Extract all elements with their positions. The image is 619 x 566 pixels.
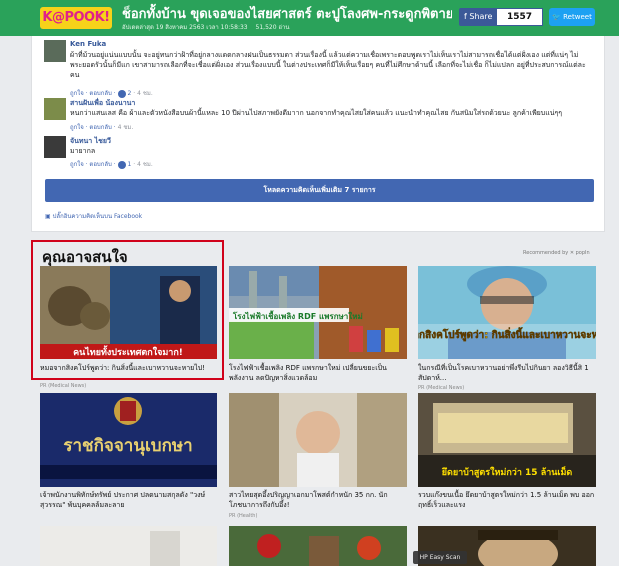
like-count: 2 bbox=[127, 90, 132, 97]
comment-actions: ถูกใจ · ตอบกลับ · 2 · 4 ชม. bbox=[70, 88, 153, 98]
comment-text: ผ้าที่ม้วนอยู่แน่นแบบนั้น จะอยู่ทนกว่าฝ้… bbox=[70, 51, 586, 79]
thumb-caption: หมอจากสิงคโปร์พูดว่า: กินสิ่งนี้และเบาหว… bbox=[418, 327, 596, 342]
comment-time[interactable]: · 4 ชม. bbox=[133, 161, 152, 168]
card-thumbnail[interactable]: โรงไฟฟ้าเชื้อเพลิง RDF แพรกษาใหม่ bbox=[229, 266, 407, 359]
load-more-comments-button[interactable]: โหลดความคิดเห็นเพิ่มเติม 7 รายการ bbox=[45, 179, 594, 202]
update-time: อัปเดตล่าสุด 19 สิงหาคม 2563 เวลา 10:58:… bbox=[122, 24, 248, 31]
facebook-comments: Ken Fuka ผ้าที่ม้วนอยู่แน่นแบบนั้น จะอยู… bbox=[31, 36, 605, 232]
avatar[interactable] bbox=[44, 98, 66, 120]
avatar[interactable] bbox=[44, 40, 66, 62]
comment-text: มายากล bbox=[70, 147, 96, 155]
retweet-label: Retweet bbox=[563, 13, 592, 21]
card-title[interactable]: สาวไทยสุดอึ้งปริญญาเอกมาโพสต์กำหนัก 35 ก… bbox=[229, 490, 407, 510]
facebook-icon: f bbox=[464, 12, 467, 21]
share-count: 1557 bbox=[496, 8, 543, 26]
card-thumbnail[interactable]: หมอจากสิงคโปร์พูดว่า: กินสิ่งนี้และเบาหว… bbox=[418, 266, 596, 359]
comment-text: หนกว่าแสนเลส คือ ผ้าและตัวหนังสือบนผ้านี… bbox=[70, 109, 563, 117]
comment-time[interactable]: · 4 ชม. bbox=[133, 90, 152, 97]
card-source: PR (Medical News) bbox=[418, 385, 465, 391]
avatar[interactable] bbox=[44, 136, 66, 158]
card-thumbnail[interactable] bbox=[229, 526, 407, 566]
card-thumbnail[interactable] bbox=[40, 526, 217, 566]
card-title[interactable]: เจ้าพนักงานพิทักษ์ทรัพย์ ประกาศ ปลดนามสก… bbox=[40, 490, 217, 510]
thumb-caption: ราชกิจจานุเบกษา bbox=[63, 436, 192, 456]
comment-actions: ถูกใจ · ตอบกลับ · 4 ชม. bbox=[70, 122, 133, 132]
site-header: K@POOK! ช็อกทั้งบ้าน ขุดเจอของไสยศาสตร์ … bbox=[0, 0, 619, 36]
retweet-button[interactable]: 🐦 Retweet bbox=[549, 8, 595, 26]
facebook-icon: ▣ bbox=[45, 213, 51, 220]
kapook-logo[interactable]: K@POOK! bbox=[40, 7, 112, 29]
twitter-icon: 🐦 bbox=[552, 13, 561, 21]
card-title[interactable]: ในกรณีที่เป็นโรคเบาหวานอย่าพึ่งรีบไปกินย… bbox=[418, 363, 596, 383]
card-title[interactable]: รวบแก๊งขนเนื้อ ยึดยาบ้าสูตรใหม่กว่า 1.5 … bbox=[418, 490, 596, 510]
card-thumbnail[interactable]: ยึดยาบ้าสูตรใหม่กว่า 15 ล้านเม็ด bbox=[418, 393, 596, 487]
like-reply-links[interactable]: ถูกใจ · ตอบกลับ · bbox=[70, 124, 116, 131]
recommended-by-label[interactable]: Recommended by ✕ popIn bbox=[523, 250, 590, 256]
like-icon bbox=[117, 89, 126, 98]
hp-easy-scan-button[interactable]: HP Easy Scan bbox=[413, 551, 467, 564]
card-thumbnail[interactable] bbox=[229, 393, 407, 487]
card-title[interactable]: โรงไฟฟ้าเชื้อเพลิง RDF แพรกษาใหม่ เปลี่ย… bbox=[229, 363, 407, 383]
read-count: 51,520 อ่าน bbox=[255, 24, 290, 31]
comment-author[interactable]: Ken Fuka bbox=[70, 40, 106, 48]
facebook-share-button[interactable]: f Share bbox=[459, 8, 496, 26]
like-count: 1 bbox=[127, 161, 132, 168]
comment-actions: ถูกใจ · ตอบกลับ · 1 · 4 ชม. bbox=[70, 159, 153, 169]
facebook-plugin-link[interactable]: ▣ ปลั๊กอินความคิดเห็นบน Facebook bbox=[45, 211, 142, 221]
thumb-caption: โรงไฟฟ้าเชื้อเพลิง RDF แพรกษาใหม่ bbox=[232, 310, 363, 321]
highlight-box bbox=[31, 240, 224, 380]
like-reply-links[interactable]: ถูกใจ · ตอบกลับ · bbox=[70, 161, 116, 168]
like-reply-links[interactable]: ถูกใจ · ตอบกลับ · bbox=[70, 90, 116, 97]
card-thumbnail[interactable]: ราชกิจจานุเบกษา bbox=[40, 393, 217, 487]
share-label: Share bbox=[469, 12, 493, 21]
comment-time[interactable]: 4 ชม. bbox=[118, 124, 134, 131]
article-meta: อัปเดตล่าสุด 19 สิงหาคม 2563 เวลา 10:58:… bbox=[122, 22, 296, 32]
card-source: PR (Medical News) bbox=[40, 383, 87, 389]
fb-plugin-label: ปลั๊กอินความคิดเห็นบน Facebook bbox=[52, 213, 143, 220]
like-icon bbox=[117, 160, 126, 169]
card-source: PR (Health) bbox=[229, 513, 258, 519]
article-headline: ช็อกทั้งบ้าน ขุดเจอของไสยศาสตร์ ตะปูโลงศ… bbox=[122, 7, 452, 22]
